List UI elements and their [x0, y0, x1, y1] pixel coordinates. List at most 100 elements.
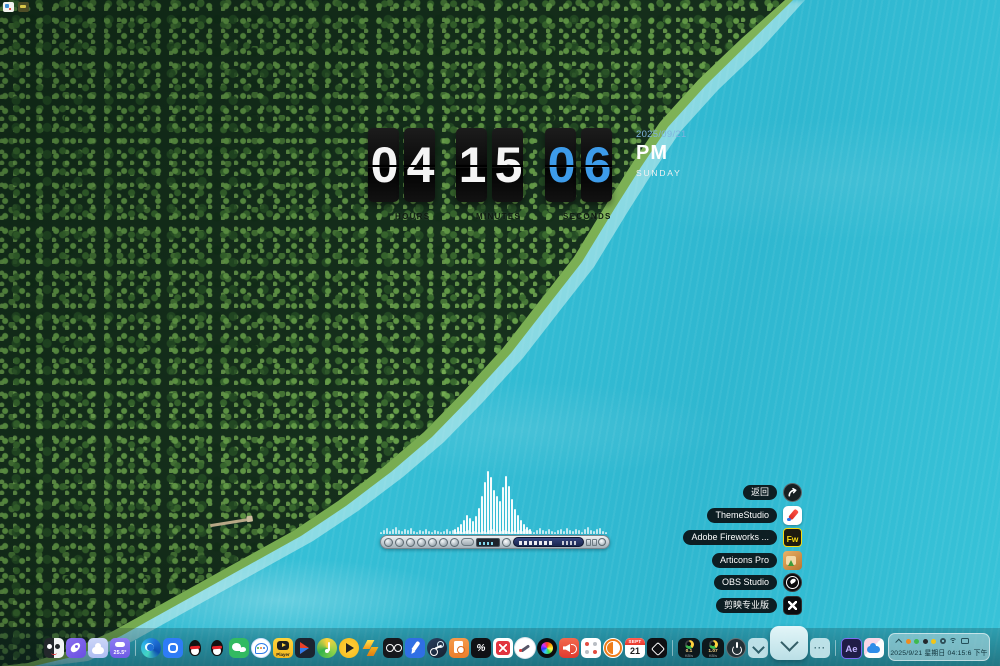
desktop-mini-icon-1[interactable] [3, 2, 14, 12]
clock-date: 2025/09/21 [636, 129, 687, 140]
dock: 25.5° Player % SEPT 21 0.1 KB/s 1.07 KB/… [0, 626, 1000, 666]
dock-icon-blue-frame-app[interactable] [163, 638, 183, 658]
dock-net-download[interactable]: 1.07 KB/s [702, 638, 724, 658]
player-prev-button[interactable] [384, 537, 393, 547]
dock-icon-blue-pen-app[interactable] [405, 638, 425, 658]
seconds-label: SECONDS [563, 212, 612, 221]
dock-icon-video-player[interactable]: Player [273, 638, 293, 658]
seconds-cards: 0 6 [545, 128, 612, 202]
shortcut-themestudio[interactable]: ThemeStudio [640, 505, 802, 525]
clock-weekday: SUNDAY [636, 168, 682, 178]
tray-datetime[interactable]: 2025/9/21 星期日 04:15:6 下午 [889, 647, 989, 657]
hour-digit-card: 0 [368, 128, 399, 202]
dock-icon-diamond-app[interactable] [647, 638, 667, 658]
dock-icon-contrast-app[interactable] [603, 638, 623, 658]
player-playlist-button[interactable] [592, 538, 597, 546]
dock-icon-winamp[interactable] [361, 638, 381, 658]
dock-icon-after-effects[interactable]: Ae [841, 638, 862, 659]
dock-icon-qq-2[interactable] [207, 638, 227, 658]
theme-studio-icon [783, 505, 802, 525]
player-volume-knob[interactable] [502, 537, 511, 547]
flip-clock-widget: 0 4 1 5 0 6 HOURS MINUTES SECONDS 2025/0… [368, 128, 698, 228]
dock-icon-aimp[interactable] [339, 638, 359, 658]
player-play-button[interactable] [406, 537, 415, 547]
system-tray[interactable]: 2025/9/21 星期日 04:15:6 下午 [888, 633, 990, 661]
minutes-cards: 1 5 [456, 128, 523, 202]
player-pause-button[interactable] [417, 537, 426, 547]
dock-icon-color-wheel[interactable] [537, 638, 557, 658]
dock-icons: 25.5° Player % SEPT 21 0.1 KB/s 1.07 KB/… [44, 626, 884, 660]
tray-app-green-icon[interactable] [914, 638, 919, 644]
desktop-mini-icon-2[interactable] [18, 2, 29, 12]
shortcut-articons-label: Articons Pro [711, 552, 777, 568]
dock-icon-color-picker[interactable] [515, 638, 535, 658]
shortcut-back-label: 返回 [742, 485, 777, 500]
dock-more-button[interactable]: ··· [810, 638, 830, 658]
shortcut-fireworks-label: Adobe Fireworks ... [683, 530, 777, 545]
articons-icon [783, 550, 802, 570]
dock-icon-volume-app[interactable] [559, 638, 579, 658]
player-seek-knob[interactable] [598, 538, 606, 546]
shortcut-obs[interactable]: OBS Studio [640, 573, 802, 592]
dock-icon-percent-app[interactable]: % [471, 638, 491, 658]
dock-net-upload[interactable]: 0.1 KB/s [678, 638, 700, 658]
dock-icon-qq-music[interactable] [317, 638, 337, 658]
dock-icon-wechat[interactable] [229, 638, 249, 658]
hour-digit-card: 4 [404, 128, 435, 202]
dock-icon-chat-bubble-app[interactable] [251, 638, 271, 658]
shortcut-capcut-label: 剪映专业版 [715, 597, 777, 613]
tray-icons [889, 634, 989, 646]
capcut-icon [783, 595, 802, 615]
player-bar [380, 535, 610, 549]
chevron-up-icon[interactable] [895, 638, 903, 646]
dock-icon-steam[interactable] [427, 638, 447, 658]
back-icon [783, 483, 802, 502]
dock-icon-edge-browser[interactable] [141, 638, 161, 658]
dock-icon-dots-grid-app[interactable] [581, 638, 601, 658]
dock-icon-goggles-app[interactable] [383, 638, 403, 658]
hours-cards: 0 4 [368, 128, 435, 202]
tray-app-orange-icon[interactable] [905, 638, 911, 644]
dock-icon-qq[interactable] [185, 638, 205, 658]
dock-icon-launcher-rocket[interactable] [66, 638, 86, 658]
player-next-button[interactable] [450, 537, 459, 547]
minute-digit-card: 5 [492, 128, 523, 202]
hours-label: HOURS [395, 212, 431, 221]
player-rewind-button[interactable] [395, 537, 404, 547]
dock-collapse-button[interactable] [748, 638, 768, 658]
fireworks-icon: Fw [783, 528, 802, 547]
shortcut-back[interactable]: 返回 [640, 483, 802, 502]
player-stop-button[interactable] [428, 537, 437, 547]
dock-icon-cloud-app[interactable] [88, 638, 108, 658]
dock-separator [835, 640, 836, 656]
wifi-icon[interactable] [949, 637, 957, 645]
dock-icon-media-editor[interactable] [295, 638, 315, 658]
dock-separator [672, 640, 673, 656]
tray-app-yellow-icon[interactable] [931, 638, 936, 644]
dock-icon-red-x-app[interactable] [493, 638, 513, 658]
shortcut-obs-label: OBS Studio [713, 575, 777, 590]
minute-digit-card: 1 [456, 128, 487, 202]
shortcut-articons[interactable]: Articons Pro [640, 550, 802, 570]
dock-icon-file-search[interactable] [449, 638, 469, 658]
shortcut-capcut[interactable]: 剪映专业版 [640, 595, 802, 615]
shortcut-fireworks[interactable]: Adobe Fireworks ... Fw [640, 528, 802, 547]
dock-icon-calendar[interactable]: SEPT 21 [625, 638, 645, 658]
dock-power-button[interactable] [726, 638, 746, 658]
dock-icon-weather[interactable]: 25.5° [110, 638, 130, 658]
dock-show-desktop-button[interactable] [770, 626, 808, 660]
shortcut-themestudio-label: ThemeStudio [707, 507, 777, 523]
music-player-widget [380, 466, 610, 552]
tray-app-dark-icon[interactable] [922, 638, 928, 644]
app-shortcuts: 返回 ThemeStudio Adobe Fireworks ... Fw Ar… [640, 483, 802, 618]
input-method-icon[interactable] [960, 638, 969, 644]
player-eq-button[interactable] [586, 538, 591, 546]
obs-icon [783, 573, 802, 592]
player-mode-button[interactable] [461, 538, 474, 546]
net-gauge-icon [708, 639, 718, 649]
player-forward-button[interactable] [439, 537, 448, 547]
net-gauge-icon [684, 639, 694, 649]
dock-icon-cloud-sync[interactable] [864, 638, 884, 658]
gear-icon[interactable] [939, 638, 946, 644]
dock-icon-assistant[interactable] [44, 638, 64, 658]
